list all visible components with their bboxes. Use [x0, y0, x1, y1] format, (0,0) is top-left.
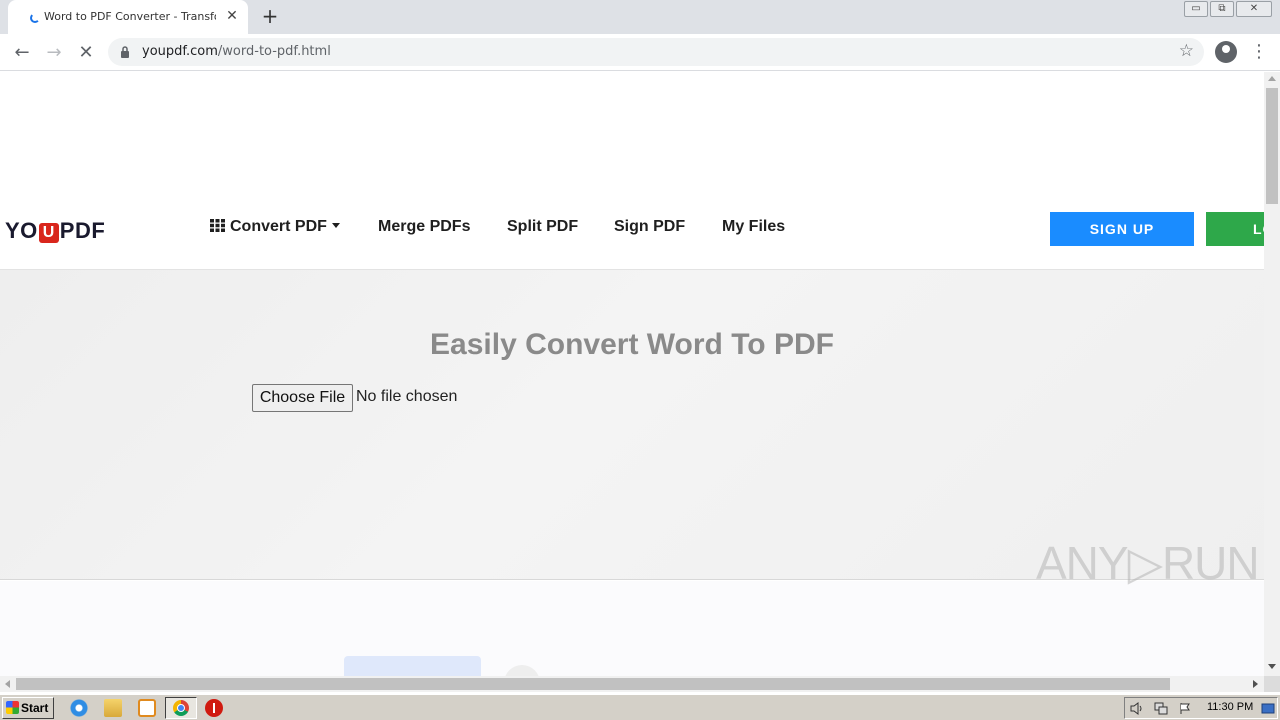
login-button[interactable]: LOGIN: [1206, 212, 1264, 246]
start-label: Start: [21, 701, 49, 715]
bookmark-star-icon[interactable]: ☆: [1179, 41, 1194, 61]
taskbar-clock[interactable]: 11:30 PM: [1207, 701, 1253, 713]
feature-circle: [504, 665, 540, 676]
volume-icon[interactable]: [1130, 702, 1144, 715]
scroll-left-arrow-icon[interactable]: [5, 680, 10, 688]
windows-logo-icon: [6, 701, 19, 714]
close-window-button[interactable]: ✕: [1236, 1, 1272, 17]
feature-card: [344, 656, 481, 676]
restore-button[interactable]: ⧉: [1210, 1, 1234, 17]
internet-explorer-icon[interactable]: [70, 699, 88, 717]
tab-strip: Word to PDF Converter - Transform ✕ + ▭ …: [0, 0, 1280, 34]
nav-sign-pdf[interactable]: Sign PDF: [614, 218, 685, 236]
logo-text-left: YO: [5, 218, 38, 243]
caret-down-icon: [331, 223, 340, 228]
file-status-text: No file chosen: [356, 388, 458, 405]
folder-icon[interactable]: [104, 699, 122, 717]
page-title: Easily Convert Word To PDF: [430, 328, 834, 361]
horizontal-scrollbar[interactable]: [0, 676, 1264, 692]
anyrun-watermark: ANY▷RUN: [1036, 537, 1260, 589]
scroll-up-arrow-icon[interactable]: [1268, 76, 1276, 81]
nav-convert-label: Convert PDF: [230, 218, 327, 235]
browser-menu-icon[interactable]: ⋮: [1250, 40, 1268, 64]
url-host: youpdf.com: [142, 44, 218, 59]
logo-mark: U: [38, 223, 59, 243]
account-avatar-icon[interactable]: [1215, 41, 1237, 63]
system-tray: 11:30 PM: [1124, 697, 1278, 719]
browser-toolbar: ← → ✕ youpdf.com/word-to-pdf.html ☆ ⋮: [0, 34, 1280, 71]
nav-my-files[interactable]: My Files: [722, 218, 785, 236]
address-bar[interactable]: youpdf.com/word-to-pdf.html ☆: [108, 38, 1204, 66]
nav-merge-pdfs[interactable]: Merge PDFs: [378, 218, 470, 236]
url-path: /word-to-pdf.html: [217, 44, 331, 59]
tab-title: Word to PDF Converter - Transform: [44, 10, 216, 23]
loading-spinner-icon: [30, 13, 40, 23]
sign-up-button[interactable]: SIGN UP: [1050, 212, 1194, 246]
stop-loading-button[interactable]: ✕: [73, 40, 99, 66]
hero-section: Easily Convert Word To PDF Choose File N…: [0, 270, 1264, 580]
new-tab-button[interactable]: +: [258, 4, 282, 28]
vertical-scroll-thumb[interactable]: [1266, 88, 1278, 204]
taskbar-chrome-button[interactable]: [165, 697, 197, 719]
scroll-down-arrow-icon[interactable]: [1268, 664, 1276, 669]
windows-taskbar: Start 11:30 PM: [0, 694, 1280, 720]
grid-icon: [210, 219, 225, 232]
logo-text-right: PDF: [59, 218, 106, 243]
lock-icon: [121, 46, 129, 58]
start-button[interactable]: Start: [2, 697, 54, 719]
tab-close-icon[interactable]: ✕: [224, 8, 240, 24]
youpdf-logo[interactable]: YO U PDF: [5, 218, 106, 243]
scroll-right-arrow-icon[interactable]: [1253, 680, 1258, 688]
minimize-button[interactable]: ▭: [1184, 1, 1208, 17]
media-player-icon[interactable]: [138, 699, 156, 717]
url-text: youpdf.com/word-to-pdf.html: [142, 44, 331, 59]
network-icon[interactable]: [1154, 702, 1168, 715]
stop-sign-icon[interactable]: [205, 699, 223, 717]
nav-convert-pdf[interactable]: Convert PDF: [210, 218, 340, 236]
forward-button[interactable]: →: [41, 40, 67, 66]
choose-file-button[interactable]: Choose File: [252, 384, 353, 412]
site-navbar: YO U PDF Convert PDF Merge PDFs Split PDF …: [0, 196, 1264, 270]
action-center-flag-icon[interactable]: [1178, 702, 1192, 715]
scrollbar-corner: [1264, 676, 1280, 692]
lower-section: [0, 581, 1264, 676]
show-desktop-icon[interactable]: [1261, 702, 1275, 715]
nav-split-pdf[interactable]: Split PDF: [507, 218, 578, 236]
chrome-icon: [173, 700, 189, 716]
back-button[interactable]: ←: [9, 40, 35, 66]
browser-tab[interactable]: Word to PDF Converter - Transform ✕: [8, 0, 248, 34]
vertical-scrollbar[interactable]: [1264, 72, 1280, 676]
horizontal-scroll-thumb[interactable]: [16, 678, 1170, 690]
